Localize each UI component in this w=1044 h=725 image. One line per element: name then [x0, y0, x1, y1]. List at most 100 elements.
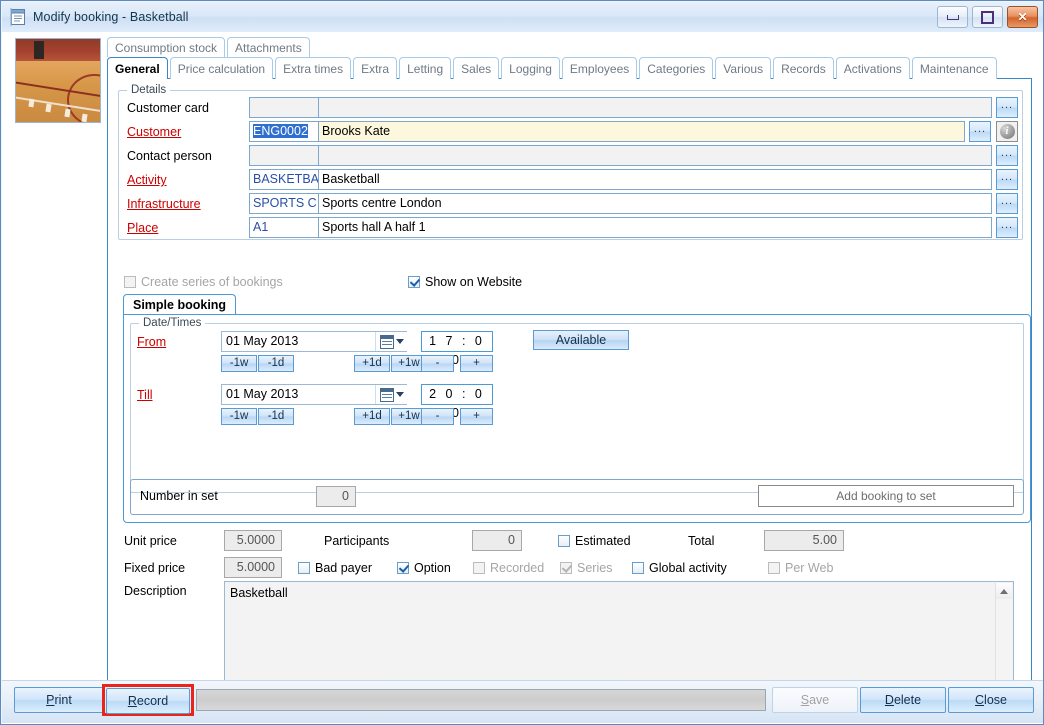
show-on-website-label: Show on Website — [425, 275, 522, 289]
activity-thumbnail — [15, 38, 101, 123]
place-label-link[interactable]: Place — [127, 221, 158, 235]
till-time-increment-button[interactable]: + — [460, 408, 493, 425]
chevron-down-icon — [396, 339, 404, 344]
tab-logging[interactable]: Logging — [501, 57, 560, 79]
till-time-field[interactable]: 2 0 : 0 0 — [421, 384, 493, 405]
series-label: Series — [577, 561, 612, 575]
from-date-dropdown[interactable] — [375, 332, 407, 351]
contact-person-name-field[interactable] — [318, 145, 992, 166]
till-label-link[interactable]: Till — [137, 388, 153, 402]
till-minus-week-button[interactable]: -1w — [221, 408, 257, 425]
from-plus-day-button[interactable]: +1d — [354, 355, 390, 372]
bad-payer-label: Bad payer — [315, 561, 372, 575]
from-label-link[interactable]: From — [137, 335, 166, 349]
estimated-box — [558, 535, 570, 547]
customer-info-button[interactable]: i — [996, 121, 1018, 142]
customer-card-name-field[interactable] — [318, 97, 992, 118]
bad-payer-box — [298, 562, 310, 574]
description-value: Basketball — [230, 586, 288, 600]
delete-button[interactable]: Delete — [860, 687, 946, 713]
create-series-box — [124, 276, 136, 288]
activity-browse-button[interactable]: ... — [996, 169, 1018, 190]
tab-attachments[interactable]: Attachments — [227, 37, 310, 57]
show-on-website-box — [408, 276, 420, 288]
infrastructure-name-field[interactable]: Sports centre London — [318, 193, 992, 214]
tab-employees[interactable]: Employees — [562, 57, 637, 79]
close-icon[interactable]: ✕ — [1007, 6, 1038, 28]
tab-maintenance[interactable]: Maintenance — [912, 57, 997, 79]
total-field: 5.00 — [764, 530, 844, 551]
till-minus-day-button[interactable]: -1d — [258, 408, 294, 425]
general-tab-panel: Details Customer card ... Customer ENG00… — [107, 78, 1032, 688]
maximize-icon[interactable] — [972, 6, 1003, 28]
from-time-increment-button[interactable]: + — [460, 355, 493, 372]
global-activity-checkbox[interactable]: Global activity — [632, 561, 727, 575]
tabstrip-secondary: Consumption stock Attachments — [107, 37, 310, 57]
tab-simple-booking-label: Simple booking — [133, 298, 226, 312]
series-box — [560, 562, 572, 574]
save-button-label: Save — [801, 693, 830, 707]
activity-label-link[interactable]: Activity — [127, 173, 167, 187]
customer-card-browse-button[interactable]: ... — [996, 97, 1018, 118]
customer-card-label: Customer card — [127, 101, 209, 115]
fixed-price-field[interactable]: 5.0000 — [224, 557, 282, 578]
tab-letting[interactable]: Letting — [399, 57, 451, 79]
tab-general[interactable]: General — [107, 57, 168, 79]
customer-name-field[interactable]: Brooks Kate — [318, 121, 965, 142]
customer-label-link[interactable]: Customer — [127, 125, 181, 139]
activity-code-field[interactable]: BASKETBA — [249, 169, 321, 190]
bad-payer-checkbox[interactable]: Bad payer — [298, 561, 372, 575]
tab-categories[interactable]: Categories — [639, 57, 713, 79]
from-time-field[interactable]: 1 7 : 0 0 — [421, 331, 493, 352]
print-button[interactable]: Print — [14, 687, 104, 713]
contact-person-browse-button[interactable]: ... — [996, 145, 1018, 166]
customer-browse-button[interactable]: ... — [969, 121, 991, 142]
show-on-website-checkbox[interactable]: Show on Website — [408, 275, 522, 289]
infrastructure-code-field[interactable]: SPORTS C — [249, 193, 321, 214]
place-browse-button[interactable]: ... — [996, 217, 1018, 238]
customer-code-field[interactable]: ENG0002 — [249, 121, 321, 142]
global-activity-box — [632, 562, 644, 574]
tab-simple-booking[interactable]: Simple booking — [123, 294, 236, 314]
total-label: Total — [688, 534, 714, 548]
option-label: Option — [414, 561, 451, 575]
participants-field[interactable]: 0 — [472, 530, 522, 551]
tab-sales[interactable]: Sales — [453, 57, 499, 79]
tab-price-calculation[interactable]: Price calculation — [170, 57, 273, 79]
scroll-up-icon[interactable] — [996, 583, 1012, 599]
till-time-decrement-button[interactable]: - — [421, 408, 454, 425]
unit-price-field: 5.0000 — [224, 530, 282, 551]
customer-card-code-field[interactable] — [249, 97, 321, 118]
infrastructure-browse-button[interactable]: ... — [996, 193, 1018, 214]
till-plus-day-button[interactable]: +1d — [354, 408, 390, 425]
from-time-decrement-button[interactable]: - — [421, 355, 454, 372]
tab-extra[interactable]: Extra — [353, 57, 397, 79]
record-button[interactable]: Record — [106, 688, 190, 714]
till-date-dropdown[interactable] — [375, 385, 407, 404]
minimize-icon[interactable] — [937, 6, 968, 28]
tab-various[interactable]: Various — [715, 57, 771, 79]
from-minus-day-button[interactable]: -1d — [258, 355, 294, 372]
estimated-checkbox[interactable]: Estimated — [558, 534, 631, 548]
add-booking-to-set-button[interactable]: Add booking to set — [758, 485, 1014, 507]
calendar-icon — [380, 335, 394, 349]
tab-extra-times[interactable]: Extra times — [275, 57, 351, 79]
available-button[interactable]: Available — [533, 330, 629, 350]
delete-button-label: Delete — [885, 693, 921, 707]
tab-activations[interactable]: Activations — [836, 57, 910, 79]
infrastructure-label-link[interactable]: Infrastructure — [127, 197, 201, 211]
per-web-box — [768, 562, 780, 574]
number-in-set-field[interactable]: 0 — [316, 486, 356, 507]
tab-records[interactable]: Records — [773, 57, 834, 79]
tab-consumption-stock[interactable]: Consumption stock — [107, 37, 225, 57]
from-minus-week-button[interactable]: -1w — [221, 355, 257, 372]
close-button[interactable]: Close — [948, 687, 1034, 713]
activity-name-field[interactable]: Basketball — [318, 169, 992, 190]
option-checkbox[interactable]: Option — [397, 561, 451, 575]
place-name-field[interactable]: Sports hall A half 1 — [318, 217, 992, 238]
calendar-icon — [380, 388, 394, 402]
participants-label: Participants — [324, 534, 389, 548]
contact-person-code-field[interactable] — [249, 145, 321, 166]
place-code-field[interactable]: A1 — [249, 217, 321, 238]
per-web-checkbox: Per Web — [768, 561, 833, 575]
